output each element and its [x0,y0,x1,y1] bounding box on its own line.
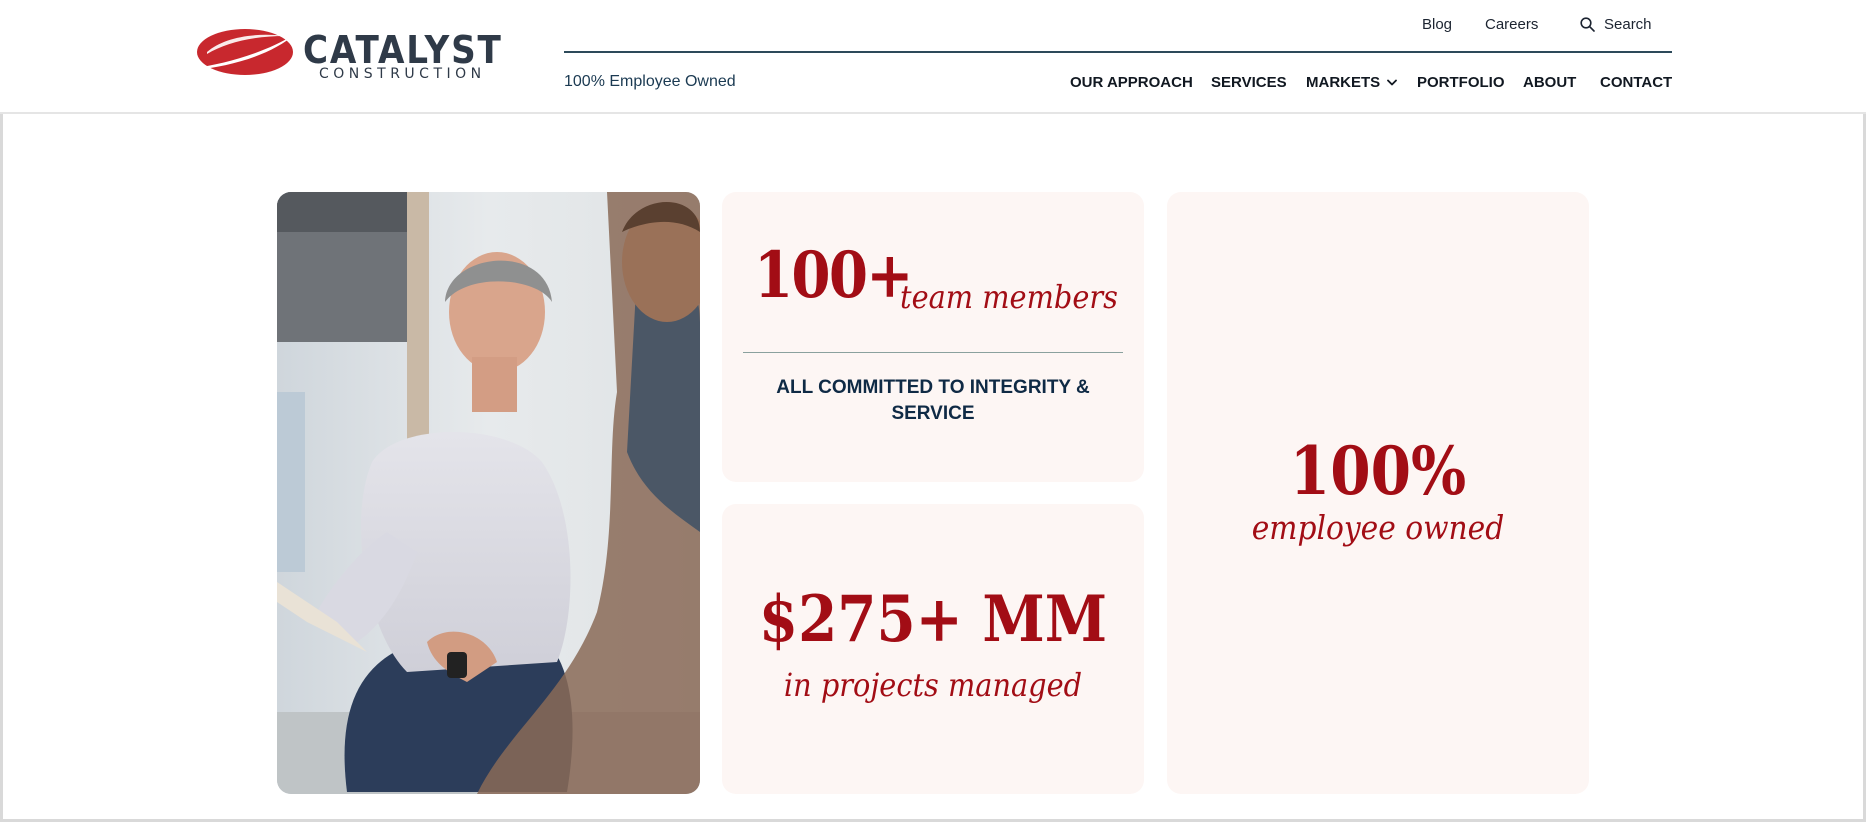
ownership-value: 100% [1289,432,1467,510]
nav-portfolio[interactable]: PORTFOLIO [1417,74,1505,91]
projects-label: in projects managed [783,666,1083,704]
search-button[interactable]: Search [1580,16,1652,33]
stat-card-ownership: 100% employee owned [1167,192,1589,794]
nav-our-approach[interactable]: OUR APPROACH [1070,74,1193,91]
site-header: CATALYST CONSTRUCTION Blog Careers Searc… [0,0,1866,114]
nav-markets-label: MARKETS [1306,74,1381,91]
ownership-label: employee owned [1251,508,1505,547]
careers-link[interactable]: Careers [1485,16,1538,33]
stat-divider [743,352,1123,353]
nav-markets[interactable]: MARKETS [1306,74,1398,91]
site-logo[interactable]: CATALYST CONSTRUCTION [193,24,501,86]
nav-divider [564,51,1672,53]
team-caption-line-2: SERVICE [891,403,975,424]
projects-value: $275+ MM [758,582,1108,657]
team-photo-image [277,192,700,794]
blog-link[interactable]: Blog [1422,16,1452,33]
team-count-label: team members [900,278,1118,316]
search-icon [1580,17,1595,32]
team-count-value: 100+ [754,238,913,313]
chevron-down-icon [1387,79,1398,86]
team-caption: ALL COMMITTED TO INTEGRITY & SERVICE [722,375,1144,427]
catalyst-swoosh-logo-icon [195,29,295,75]
nav-contact[interactable]: CONTACT [1600,74,1672,91]
stat-card-projects: $275+ MM in projects managed [722,504,1144,794]
nav-services[interactable]: SERVICES [1211,74,1287,91]
team-caption-line-1: ALL COMMITTED TO INTEGRITY & [776,377,1090,398]
stat-card-team: 100+ team members ALL COMMITTED TO INTEG… [722,192,1144,482]
team-photo [277,192,700,794]
search-label: Search [1604,16,1652,33]
tagline: 100% Employee Owned [564,73,736,90]
nav-about[interactable]: ABOUT [1523,74,1576,91]
logo-subtitle: CONSTRUCTION [319,66,486,82]
